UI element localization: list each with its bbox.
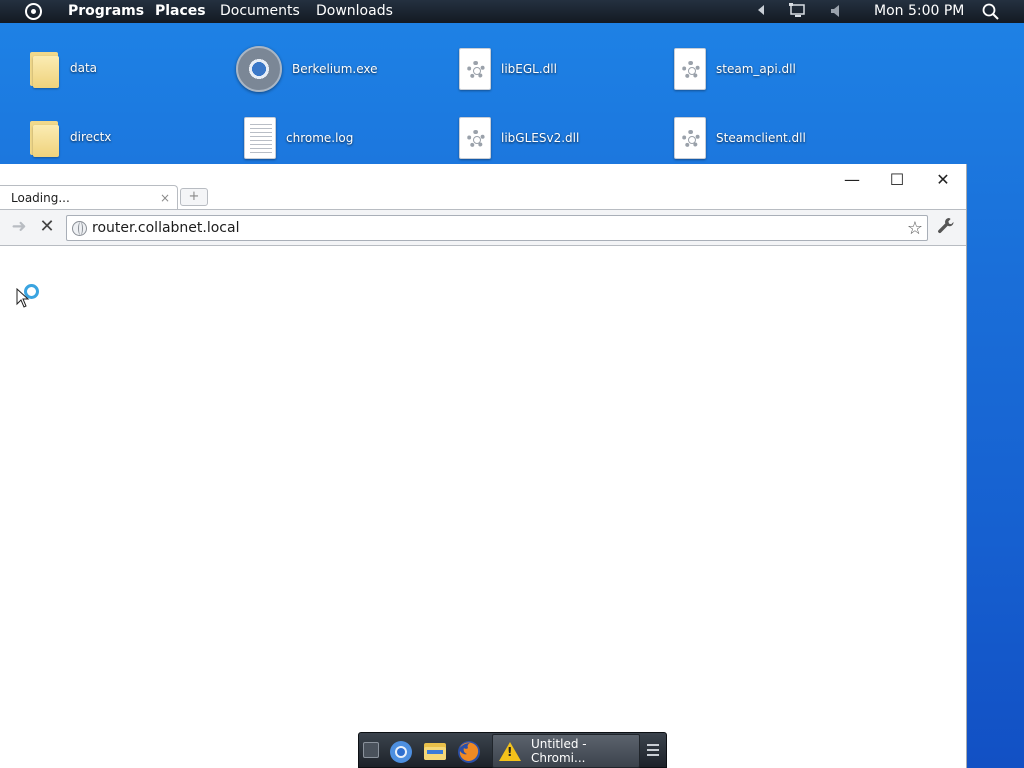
- window-titlebar[interactable]: — ☐ ✕ Loading... × +: [0, 164, 966, 210]
- top-panel: Programs Places Documents Downloads Mon …: [0, 0, 1024, 23]
- desktop-icon-data[interactable]: data: [28, 48, 97, 88]
- desktop-icon-label: data: [70, 61, 98, 75]
- desktop-icon-label: Steamclient.dll: [716, 131, 806, 145]
- desktop-icon-label: Berkelium.exe: [292, 62, 378, 76]
- desktop-icon-libglesv2[interactable]: libGLESv2.dll: [459, 117, 579, 159]
- menu-logo-icon[interactable]: [25, 3, 42, 20]
- tab-loading[interactable]: Loading... ×: [0, 185, 178, 210]
- desktop-icon-directx[interactable]: directx: [28, 117, 111, 157]
- text-file-icon: [244, 117, 276, 159]
- folder-icon: [28, 117, 60, 157]
- close-button[interactable]: ✕: [930, 169, 956, 191]
- browser-toolbar: ➜ ✕ router.collabnet.local ☆: [0, 209, 966, 246]
- globe-icon: [72, 220, 87, 236]
- dock-menu-icon[interactable]: [647, 744, 659, 756]
- menu-places[interactable]: Places: [155, 3, 206, 19]
- page-content[interactable]: [0, 246, 966, 768]
- browser-window: — ☐ ✕ Loading... × + ➜ ✕ router.collabne…: [0, 164, 967, 768]
- bookmark-star-icon[interactable]: ☆: [907, 218, 923, 239]
- dll-file-icon: [674, 48, 706, 90]
- dll-file-icon: [674, 117, 706, 159]
- firefox-icon[interactable]: [457, 740, 480, 763]
- volume-icon[interactable]: [830, 4, 842, 22]
- new-tab-button[interactable]: +: [180, 188, 208, 206]
- desktop-icon-label: steam_api.dll: [716, 62, 796, 76]
- folder-icon: [28, 48, 60, 88]
- taskbar-window-button[interactable]: ! Untitled - Chromi...: [492, 734, 640, 768]
- file-manager-icon[interactable]: [423, 740, 446, 762]
- tab-close-icon[interactable]: ×: [160, 191, 170, 205]
- desktop-icon-chrome-log[interactable]: chrome.log: [244, 117, 353, 159]
- url-text[interactable]: router.collabnet.local: [92, 220, 239, 236]
- tab-title: Loading...: [11, 191, 70, 205]
- desktop-icon-label: directx: [70, 130, 112, 144]
- clock[interactable]: Mon 5:00 PM: [874, 3, 964, 19]
- show-desktop-icon[interactable]: [363, 742, 379, 758]
- minimize-button[interactable]: —: [839, 169, 865, 191]
- desktop-icon-steamclient[interactable]: Steamclient.dll: [674, 117, 806, 159]
- desktop-icon-label: chrome.log: [286, 131, 354, 145]
- desktop-icon-label: libEGL.dll: [501, 62, 557, 76]
- mouse-cursor-icon: [16, 287, 30, 312]
- menu-downloads[interactable]: Downloads: [316, 3, 393, 19]
- search-icon[interactable]: [982, 3, 999, 24]
- desktop-icon-label: libGLESv2.dll: [501, 131, 580, 145]
- chromium-icon[interactable]: [389, 740, 412, 763]
- taskbar-dock: ! Untitled - Chromi...: [358, 732, 667, 768]
- desktop-icon-steam-api[interactable]: steam_api.dll: [674, 48, 796, 90]
- arrow-left-icon[interactable]: [757, 4, 765, 20]
- chromium-app-icon: [236, 46, 282, 92]
- maximize-button[interactable]: ☐: [884, 169, 910, 191]
- desktop-icon-libegl[interactable]: libEGL.dll: [459, 48, 557, 90]
- network-icon[interactable]: [789, 3, 807, 23]
- dll-file-icon: [459, 117, 491, 159]
- dll-file-icon: [459, 48, 491, 90]
- menu-documents[interactable]: Documents: [220, 3, 300, 19]
- menu-programs[interactable]: Programs: [68, 3, 144, 19]
- taskbar-window-title: Untitled - Chromi...: [531, 737, 587, 765]
- forward-icon[interactable]: ➜: [9, 218, 29, 238]
- wrench-icon[interactable]: [936, 217, 956, 237]
- desktop-icon-berkelium[interactable]: Berkelium.exe: [236, 46, 378, 92]
- stop-icon[interactable]: ✕: [37, 218, 57, 238]
- address-bar[interactable]: router.collabnet.local ☆: [66, 215, 928, 241]
